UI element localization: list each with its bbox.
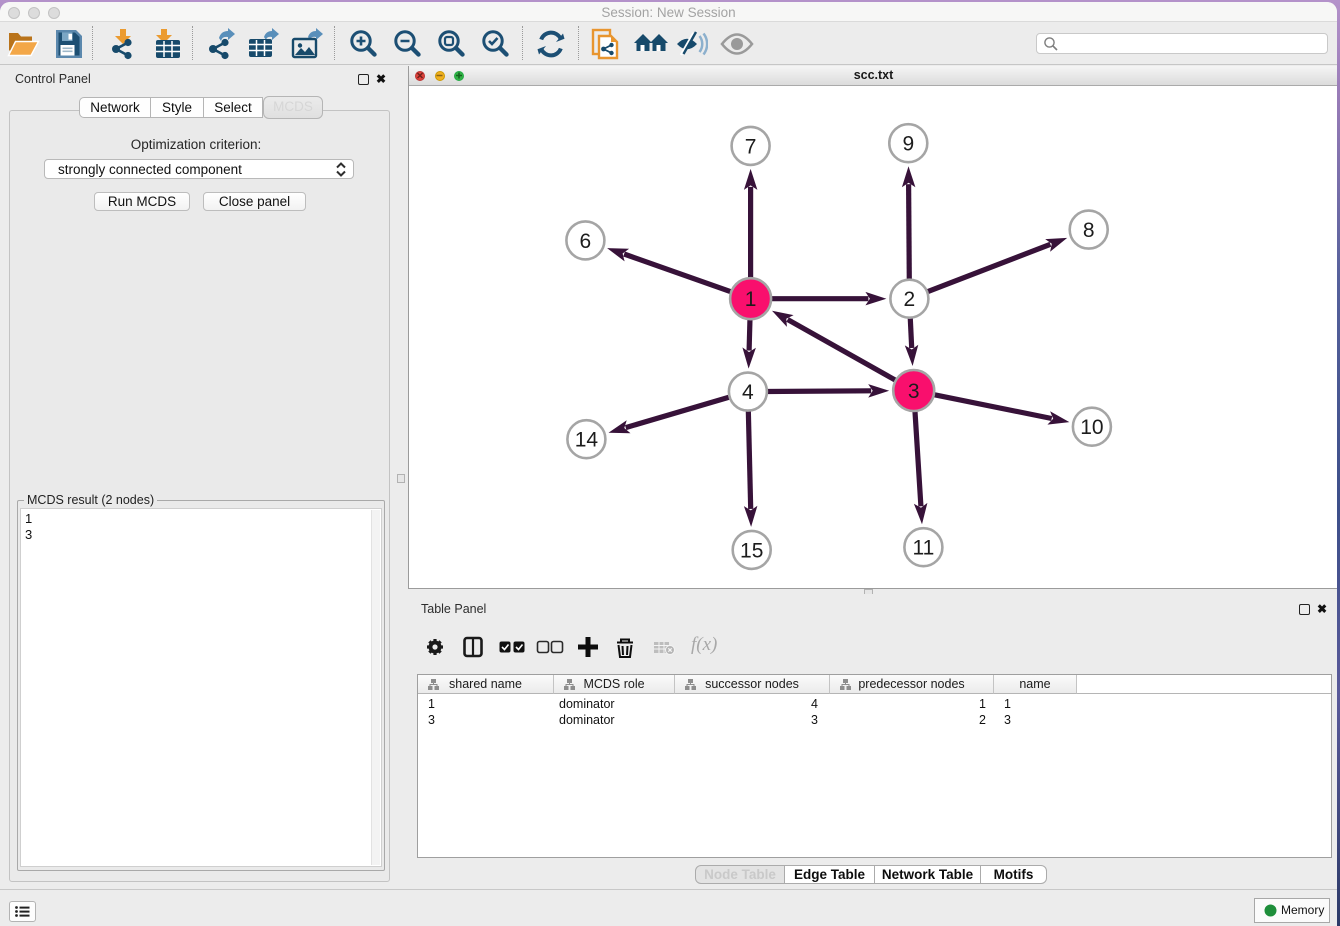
svg-text:14: 14: [575, 429, 599, 452]
svg-text:6: 6: [580, 230, 592, 253]
svg-text:1: 1: [745, 288, 757, 311]
svg-text:8: 8: [1083, 219, 1095, 242]
svg-text:3: 3: [908, 380, 920, 403]
svg-text:4: 4: [742, 381, 754, 404]
svg-text:2: 2: [904, 288, 916, 311]
svg-text:11: 11: [912, 537, 934, 560]
svg-text:15: 15: [740, 539, 763, 562]
svg-text:7: 7: [745, 135, 757, 158]
svg-text:10: 10: [1080, 416, 1103, 439]
svg-text:9: 9: [902, 133, 914, 156]
